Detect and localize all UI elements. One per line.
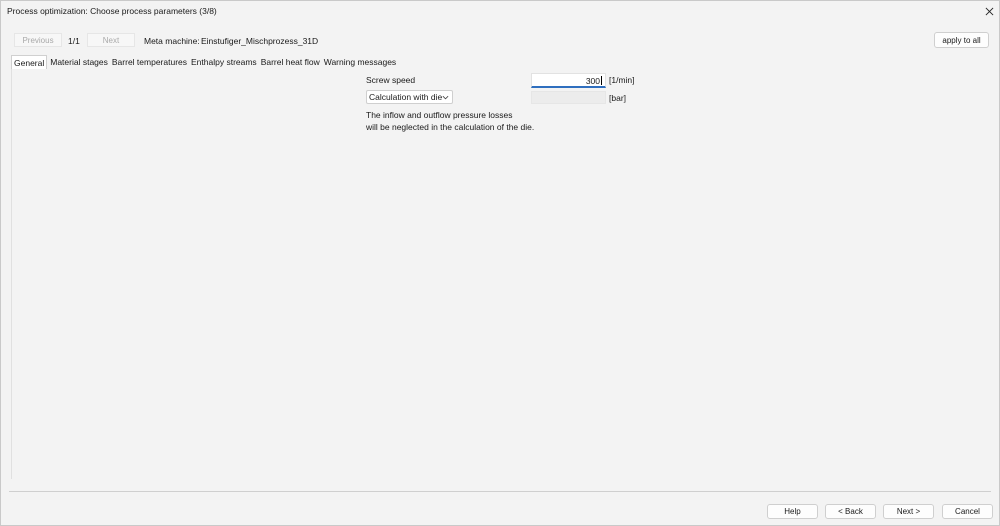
- next-step-button[interactable]: Next >: [883, 504, 934, 519]
- pager-indicator: 1/1: [68, 36, 80, 46]
- pressure-input[interactable]: [531, 91, 606, 104]
- dialog-window: Process optimization: Choose process par…: [0, 0, 1000, 526]
- title-bar: Process optimization: Choose process par…: [1, 1, 999, 21]
- previous-button[interactable]: Previous: [14, 33, 62, 47]
- screw-speed-label: Screw speed: [366, 75, 416, 85]
- meta-machine-value: Einstufiger_Mischprozess_31D: [201, 36, 319, 46]
- die-calculation-select[interactable]: Calculation with die: [366, 90, 453, 104]
- tab-barrel-temperatures[interactable]: Barrel temperatures: [110, 55, 189, 69]
- close-icon: [985, 7, 993, 15]
- pressure-loss-note: The inflow and outflow pressure losses w…: [366, 109, 534, 133]
- cancel-button[interactable]: Cancel: [942, 504, 993, 519]
- pressure-unit: [bar]: [609, 93, 627, 103]
- window-title: Process optimization: Choose process par…: [7, 6, 217, 16]
- help-button[interactable]: Help: [767, 504, 818, 519]
- footer-divider: [9, 491, 991, 492]
- back-button[interactable]: < Back: [825, 504, 876, 519]
- close-button[interactable]: [979, 1, 999, 21]
- text-caret: [601, 76, 602, 85]
- tab-material-stages[interactable]: Material stages: [48, 55, 110, 69]
- chevron-down-icon: [442, 95, 449, 100]
- note-line-2: will be neglected in the calculation of …: [366, 122, 535, 132]
- tab-barrel-heat-flow[interactable]: Barrel heat flow: [259, 55, 322, 69]
- tab-warning-messages[interactable]: Warning messages: [322, 55, 398, 69]
- screw-speed-input[interactable]: 300: [531, 73, 606, 88]
- next-machine-button[interactable]: Next: [87, 33, 135, 47]
- die-calculation-selected: Calculation with die: [369, 92, 443, 102]
- screw-speed-value: 300: [585, 76, 600, 86]
- tab-general[interactable]: General: [11, 55, 48, 70]
- note-line-1: The inflow and outflow pressure losses: [366, 110, 513, 120]
- meta-machine-label: Meta machine:: [144, 36, 200, 46]
- tab-bar: General Material stages Barrel temperatu…: [11, 55, 398, 70]
- tab-enthalpy-streams[interactable]: Enthalpy streams: [189, 55, 259, 69]
- apply-to-all-button[interactable]: apply to all: [934, 32, 989, 48]
- screw-speed-unit: [1/min]: [609, 75, 635, 85]
